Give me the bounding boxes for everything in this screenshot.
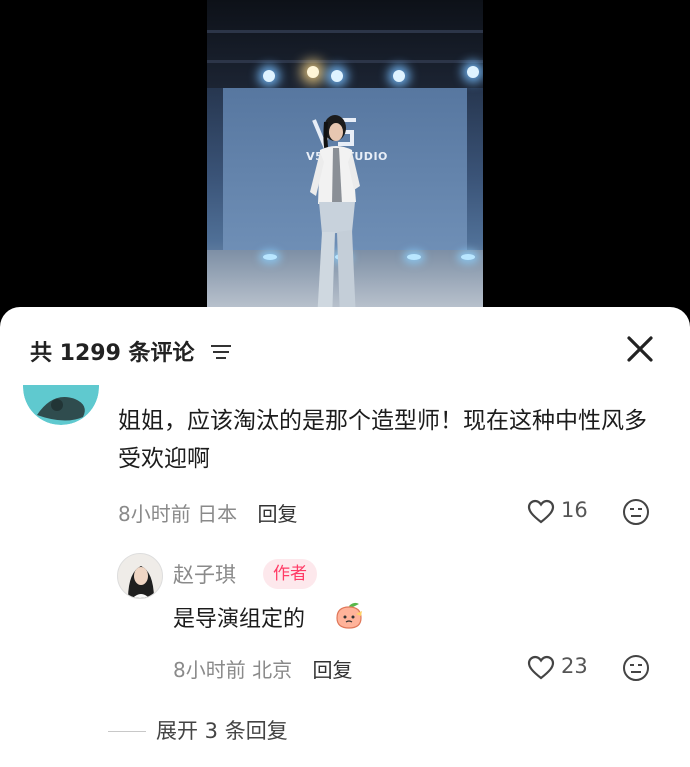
reply-button[interactable]: 回复 bbox=[312, 658, 352, 682]
comment-meta: 8小时前 日本 回复 bbox=[118, 498, 297, 527]
stage-truss bbox=[207, 60, 483, 63]
reply-location: 北京 bbox=[252, 658, 293, 682]
video-frame[interactable]: V5D TUDIO bbox=[207, 0, 483, 320]
neutral-face-icon[interactable] bbox=[622, 654, 650, 682]
author-avatar[interactable] bbox=[117, 553, 163, 599]
commenter-avatar[interactable] bbox=[23, 385, 99, 425]
reply-meta: 8小时前 北京 回复 bbox=[173, 654, 352, 683]
reply-text: 是导演组定的 bbox=[173, 607, 306, 632]
stage-light bbox=[263, 70, 275, 82]
floor-light bbox=[407, 254, 421, 260]
close-icon[interactable] bbox=[622, 331, 658, 367]
stage-light bbox=[307, 66, 319, 78]
video-player[interactable]: V5D TUDIO bbox=[0, 0, 690, 320]
stage-light bbox=[331, 70, 343, 82]
comment-time: 8小时前 bbox=[118, 502, 191, 526]
reply-time: 8小时前 bbox=[173, 658, 246, 682]
comment-location: 日本 bbox=[197, 502, 238, 526]
stage-light bbox=[467, 66, 479, 78]
comment-text: 姐姐，应该淘汰的是那个造型师！现在这种中性风多受欢迎啊 bbox=[118, 408, 647, 472]
stage-ceiling bbox=[207, 0, 483, 88]
floor-light bbox=[263, 254, 277, 260]
like-count: 16 bbox=[561, 498, 588, 522]
heart-outline-icon[interactable] bbox=[527, 655, 555, 681]
like-count: 23 bbox=[561, 654, 588, 678]
expand-divider bbox=[108, 731, 146, 732]
stage-truss bbox=[207, 30, 483, 33]
sort-lines-icon[interactable] bbox=[208, 339, 234, 365]
reply-author-name[interactable]: 赵子琪 bbox=[173, 559, 236, 589]
dancer-figure bbox=[310, 115, 360, 320]
peach-emoji-icon bbox=[336, 602, 362, 629]
expand-replies-label: 展开 3 条回复 bbox=[156, 719, 288, 743]
comments-panel: 共 1299 条评论 姐姐，应该淘汰的是那个造型师！现在这种中性风多受欢迎啊 8… bbox=[0, 307, 690, 767]
author-badge: 作者 bbox=[263, 559, 317, 589]
comments-header: 共 1299 条评论 bbox=[0, 307, 690, 389]
comment-count-title: 共 1299 条评论 bbox=[30, 341, 195, 366]
reply-button[interactable]: 回复 bbox=[257, 502, 297, 526]
heart-outline-icon[interactable] bbox=[527, 499, 555, 525]
neutral-face-icon[interactable] bbox=[622, 498, 650, 526]
stage-light bbox=[393, 70, 405, 82]
floor-light bbox=[461, 254, 475, 260]
